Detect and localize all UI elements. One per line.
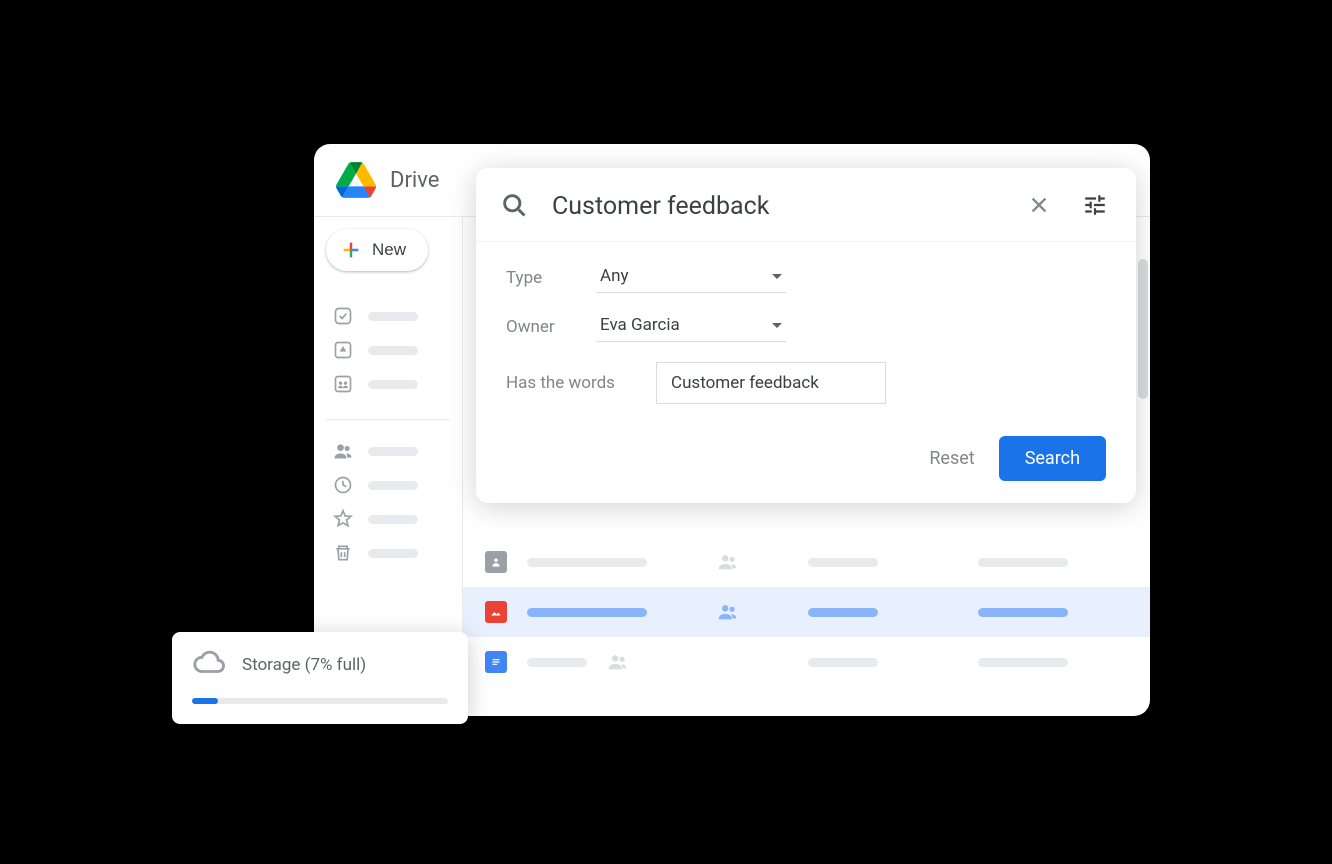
shared-icon: [717, 551, 739, 573]
file-row-folder[interactable]: [463, 537, 1150, 587]
filter-row-type: Type Any: [506, 262, 1106, 293]
filter-row-owner: Owner Eva Garcia: [506, 311, 1106, 342]
nav-item-shared-drives[interactable]: [326, 367, 450, 401]
file-name-placeholder: [527, 558, 647, 567]
nav-item-starred[interactable]: [326, 502, 450, 536]
search-icon[interactable]: [500, 191, 528, 223]
check-badge-icon: [332, 305, 354, 327]
nav-placeholder: [368, 515, 418, 524]
nav-placeholder: [368, 346, 418, 355]
search-actions: Reset Search: [506, 422, 1106, 481]
nav-group-1: [326, 291, 450, 409]
nav-placeholder: [368, 481, 418, 490]
cloud-icon: [192, 646, 226, 684]
filter-type-label: Type: [506, 268, 596, 288]
search-options-button[interactable]: [1078, 188, 1112, 225]
file-meta-placeholder: [978, 608, 1068, 617]
filter-owner-select[interactable]: Eva Garcia: [596, 311, 786, 342]
advanced-search-panel: Type Any Owner Eva Garcia Has the words …: [476, 168, 1136, 503]
nav-item-trash[interactable]: [326, 536, 450, 570]
drive-logo-icon: [336, 162, 376, 198]
search-button[interactable]: Search: [999, 436, 1106, 481]
filter-owner-label: Owner: [506, 317, 596, 337]
nav-placeholder: [368, 447, 418, 456]
file-row-image[interactable]: [463, 587, 1150, 637]
scrollbar-thumb[interactable]: [1138, 259, 1148, 399]
file-meta-placeholder: [808, 558, 878, 567]
shared-icon: [717, 601, 739, 623]
nav-item-mydrive[interactable]: [326, 333, 450, 367]
nav-item-priority[interactable]: [326, 299, 450, 333]
nav-group-2: [326, 419, 450, 578]
shared-drives-icon: [332, 373, 354, 395]
nav-placeholder: [368, 312, 418, 321]
caret-down-icon: [772, 274, 782, 279]
file-meta-placeholder: [808, 608, 878, 617]
reset-button[interactable]: Reset: [929, 448, 974, 469]
image-file-icon: [485, 601, 507, 623]
nav-placeholder: [368, 380, 418, 389]
new-button[interactable]: New: [326, 229, 428, 271]
people-icon: [332, 440, 354, 462]
filter-words-input[interactable]: [656, 362, 886, 404]
storage-card[interactable]: Storage (7% full): [172, 632, 468, 724]
filter-owner-value: Eva Garcia: [600, 315, 680, 335]
file-meta-placeholder: [978, 658, 1068, 667]
drive-icon: [332, 339, 354, 361]
shared-icon: [607, 651, 629, 673]
storage-progress-bar: [192, 698, 448, 704]
tune-icon: [1082, 192, 1108, 221]
plus-icon: [340, 239, 362, 261]
app-name: Drive: [390, 168, 439, 193]
trash-icon: [332, 542, 354, 564]
storage-header: Storage (7% full): [192, 646, 448, 684]
clock-icon: [332, 474, 354, 496]
search-input[interactable]: [552, 192, 1000, 221]
close-icon: [1028, 194, 1050, 219]
nav-placeholder: [368, 549, 418, 558]
folder-shared-icon: [485, 551, 507, 573]
storage-label: Storage (7% full): [242, 655, 366, 675]
filter-type-select[interactable]: Any: [596, 262, 786, 293]
search-header: [476, 168, 1136, 242]
file-meta-placeholder: [978, 558, 1068, 567]
file-name-placeholder: [527, 658, 587, 667]
clear-search-button[interactable]: [1024, 190, 1054, 223]
nav-item-sharedwithme[interactable]: [326, 434, 450, 468]
file-meta-placeholder: [808, 658, 878, 667]
caret-down-icon: [772, 323, 782, 328]
file-name-placeholder: [527, 608, 647, 617]
star-icon: [332, 508, 354, 530]
doc-file-icon: [485, 651, 507, 673]
filter-type-value: Any: [600, 266, 629, 286]
new-button-label: New: [372, 240, 406, 260]
nav-item-recent[interactable]: [326, 468, 450, 502]
search-filters: Type Any Owner Eva Garcia Has the words …: [476, 242, 1136, 503]
filter-row-words: Has the words: [506, 362, 1106, 404]
file-row-doc[interactable]: [463, 637, 1150, 687]
storage-progress-fill: [192, 698, 218, 704]
filter-words-label: Has the words: [506, 373, 656, 393]
